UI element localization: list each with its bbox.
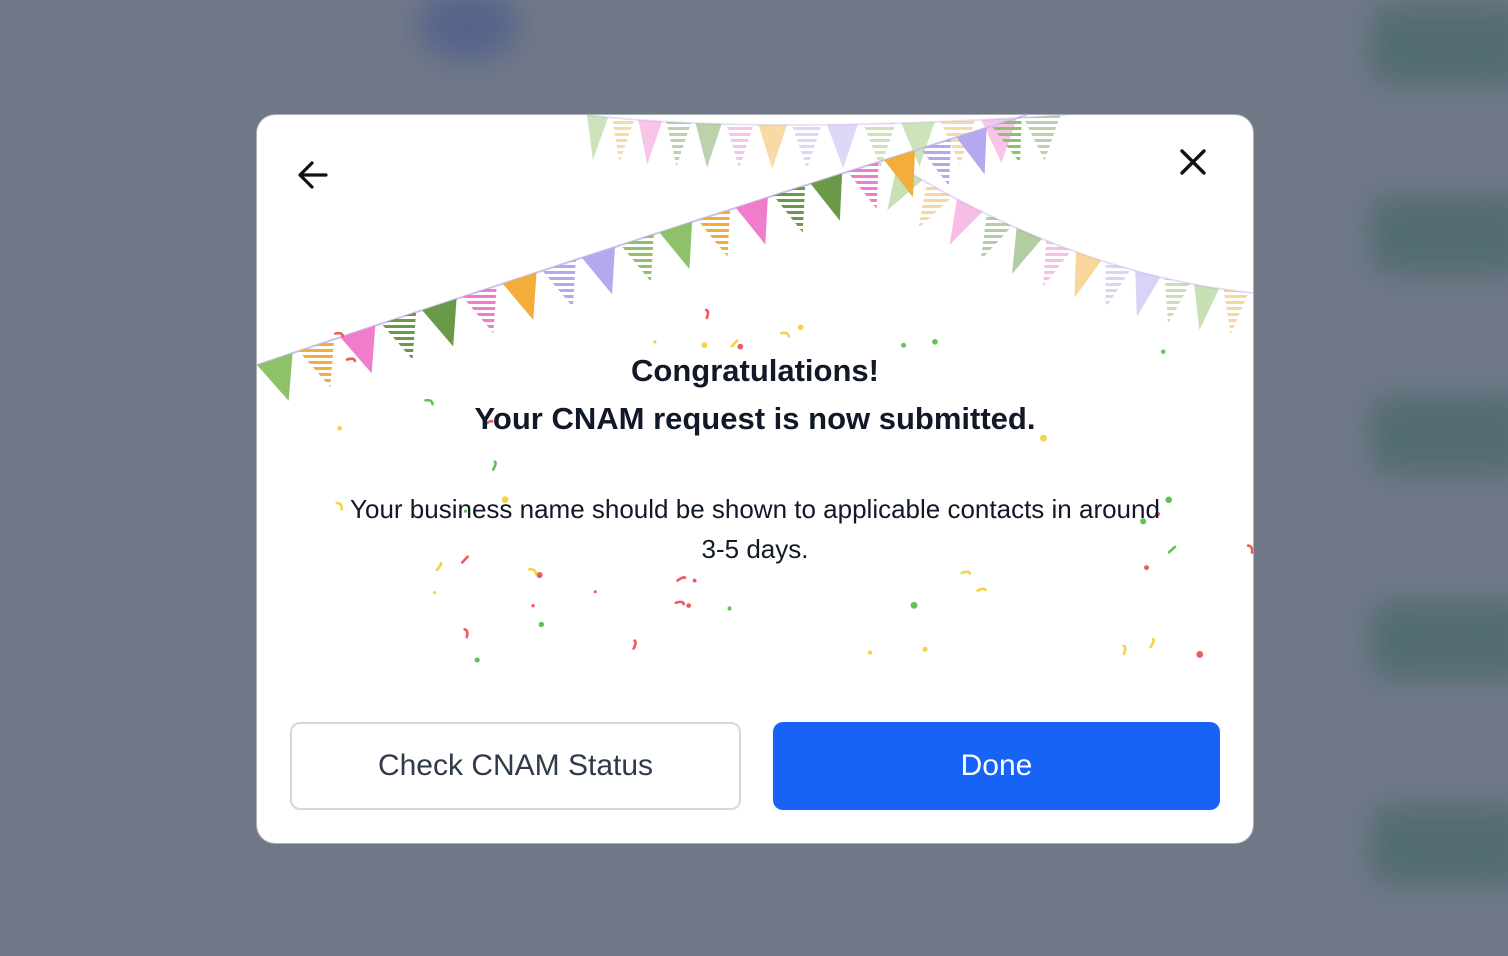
bunting-string: [586, 115, 1068, 126]
confetti-dot: [653, 340, 657, 344]
close-icon: [1180, 149, 1206, 175]
pennant-flag: [542, 259, 576, 308]
pennant-flag: [1164, 278, 1190, 324]
background-item: [1370, 395, 1508, 475]
back-button[interactable]: [291, 153, 335, 197]
background-item: [1370, 600, 1508, 680]
confetti-dot: [474, 657, 480, 663]
confetti-streamer: [1149, 637, 1156, 649]
pennant-flag: [697, 209, 731, 257]
bunting-string: [896, 164, 1253, 294]
pennant-flag: [1135, 270, 1161, 317]
dialog-title: Congratulations! Your CNAM request is no…: [257, 347, 1253, 443]
pennant-flag: [695, 123, 722, 168]
pennant-flag: [422, 298, 457, 347]
arrow-left-icon: [298, 161, 328, 189]
pennant-flag: [1105, 262, 1131, 308]
pennant-flag: [863, 123, 896, 168]
pennant-flag: [887, 165, 923, 211]
confetti-dot: [910, 601, 918, 609]
confetti-dot: [536, 572, 543, 579]
confetti-streamer: [1122, 644, 1127, 656]
pennant-flag: [1011, 228, 1042, 274]
confetti-dot: [593, 590, 597, 594]
confetti-streamer: [960, 570, 972, 575]
confetti-streamer: [333, 331, 345, 338]
pennant-flag: [918, 182, 953, 229]
pennant-flag: [758, 124, 787, 169]
pennant-flag: [773, 185, 806, 233]
background-item: [1370, 5, 1508, 85]
pennant-flag: [587, 115, 609, 160]
title-line-1: Congratulations!: [631, 353, 879, 388]
confetti-dot: [692, 578, 697, 583]
pennant-flag: [462, 285, 497, 334]
pennant-flag: [991, 116, 1022, 164]
pennant-flag: [884, 150, 916, 198]
pennant-flag: [638, 119, 663, 165]
pennant-flag: [726, 124, 754, 169]
pennant-flag: [620, 234, 654, 282]
confetti-streamer: [976, 587, 987, 592]
confetti-streamer: [1246, 544, 1253, 554]
pennant-flag: [581, 246, 615, 295]
pennant-flag: [920, 138, 951, 186]
pennant-flag: [1043, 240, 1072, 287]
pennant-flag: [810, 173, 843, 221]
pennant-flag: [666, 121, 692, 167]
background-avatar: [418, 0, 518, 60]
dialog-message: Your business name should be shown to ap…: [350, 494, 1160, 564]
pennant-flag: [1023, 115, 1061, 161]
pennant-flag: [827, 124, 858, 169]
pennant-flag: [502, 272, 537, 320]
confetti-streamer: [491, 460, 497, 471]
check-cnam-status-button[interactable]: Check CNAM Status: [290, 722, 741, 810]
confetti-dot: [686, 603, 692, 608]
pennant-flag: [940, 120, 976, 165]
confetti-dot: [727, 606, 732, 611]
success-dialog: Congratulations! Your CNAM request is no…: [257, 115, 1253, 843]
bunting-string: [257, 115, 1028, 366]
title-line-2: Your CNAM request is now submitted.: [474, 401, 1036, 436]
pennant-flag: [949, 199, 983, 245]
pennant-flag: [956, 127, 987, 175]
pennant-flag: [847, 161, 879, 209]
background-item: [1370, 195, 1508, 275]
confetti-streamer: [704, 308, 710, 320]
confetti-streamer: [463, 628, 469, 639]
pennant-flag: [1074, 252, 1102, 298]
confetti-dot: [1196, 651, 1204, 658]
confetti-dot: [433, 591, 437, 595]
confetti-streamer: [730, 339, 739, 348]
confetti-dot: [538, 621, 545, 628]
pennant-flag: [1194, 284, 1220, 330]
confetti-dot: [932, 338, 938, 345]
pennant-flag: [612, 117, 635, 163]
confetti-streamer: [676, 575, 687, 582]
pennant-flag: [659, 221, 693, 270]
confetti-streamer: [674, 600, 686, 606]
pennant-flag: [1223, 289, 1249, 335]
close-button[interactable]: [1171, 140, 1215, 184]
pennant-flag: [901, 121, 935, 167]
done-button[interactable]: Done: [773, 722, 1220, 810]
confetti-streamer: [528, 567, 538, 576]
pennant-flag: [735, 197, 768, 245]
pennant-flag: [792, 124, 822, 169]
confetti-dot: [797, 324, 804, 331]
pennant-flag: [980, 214, 1013, 261]
pennant-flag: [981, 118, 1018, 163]
confetti-streamer: [780, 331, 791, 338]
confetti-dot: [867, 650, 873, 655]
background-item: [1370, 805, 1508, 885]
confetti-dot: [531, 604, 535, 608]
confetti-dot: [922, 646, 928, 652]
confetti-streamer: [632, 639, 637, 650]
